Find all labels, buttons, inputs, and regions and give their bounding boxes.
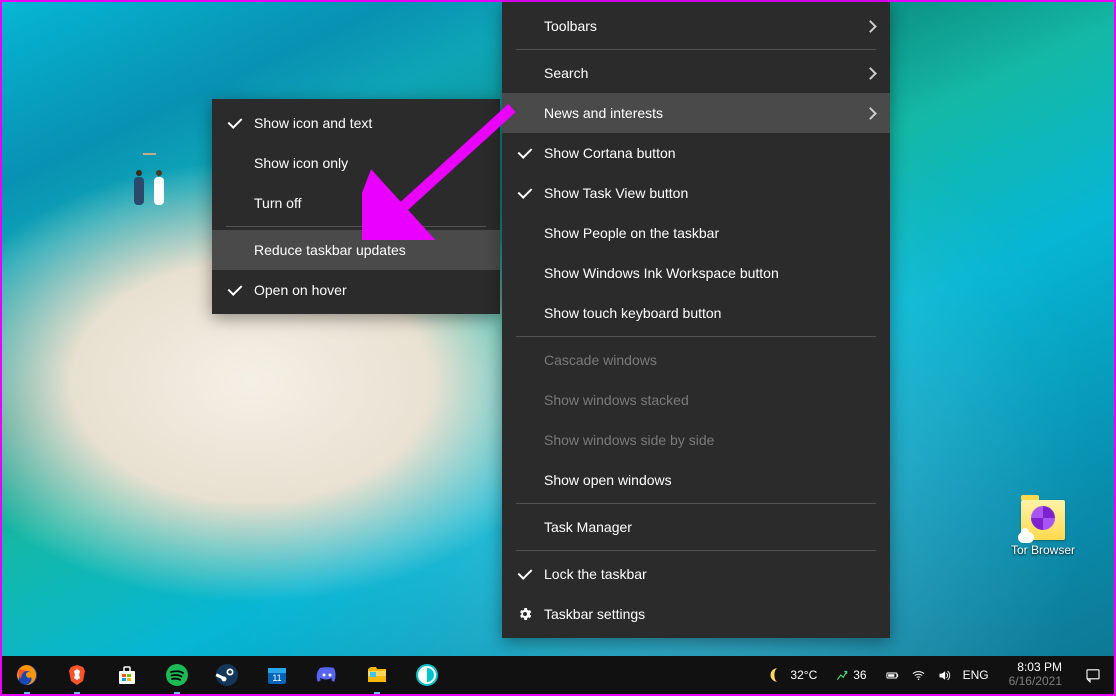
menu-item-search[interactable]: Search bbox=[502, 53, 890, 93]
firefox-icon bbox=[14, 662, 40, 688]
taskbar-app-store[interactable] bbox=[102, 656, 152, 694]
menu-separator bbox=[516, 503, 876, 504]
steam-icon bbox=[214, 662, 240, 688]
moon-icon bbox=[766, 666, 784, 684]
taskbar: 11 32°C 36 bbox=[2, 656, 1114, 694]
taskbar-app-spotify[interactable] bbox=[152, 656, 202, 694]
svg-text:11: 11 bbox=[272, 673, 281, 683]
submenu-item-show-icon-text[interactable]: Show icon and text bbox=[212, 103, 500, 143]
menu-item-task-manager[interactable]: Task Manager bbox=[502, 507, 890, 547]
wallpaper-people bbox=[132, 145, 176, 205]
clock-time: 8:03 PM bbox=[1009, 661, 1062, 675]
taskbar-stock[interactable]: 36 bbox=[827, 668, 874, 682]
submenu-news-interests: Show icon and text Show icon only Turn o… bbox=[212, 99, 500, 314]
check-icon bbox=[521, 148, 529, 158]
menu-item-stacked: Show windows stacked bbox=[502, 380, 890, 420]
menu-item-news-interests[interactable]: News and interests bbox=[502, 93, 890, 133]
menu-item-people[interactable]: Show People on the taskbar bbox=[502, 213, 890, 253]
taskbar-weather[interactable]: 32°C bbox=[756, 666, 827, 684]
submenu-item-reduce-updates[interactable]: Reduce taskbar updates bbox=[212, 230, 500, 270]
check-icon bbox=[231, 118, 239, 128]
chevron-right-icon bbox=[866, 69, 875, 78]
taskbar-app-explorer[interactable] bbox=[352, 656, 402, 694]
volume-icon[interactable] bbox=[937, 668, 952, 683]
check-icon bbox=[521, 188, 529, 198]
stock-value: 36 bbox=[853, 668, 866, 682]
taskbar-app-brave[interactable] bbox=[52, 656, 102, 694]
brave-icon bbox=[64, 662, 90, 688]
menu-item-lock-taskbar[interactable]: Lock the taskbar bbox=[502, 554, 890, 594]
menu-item-side-by-side: Show windows side by side bbox=[502, 420, 890, 460]
file-explorer-icon bbox=[364, 662, 390, 688]
taskbar-app-iobit[interactable] bbox=[402, 656, 452, 694]
calendar-icon: 11 bbox=[264, 662, 290, 688]
chevron-right-icon bbox=[866, 22, 875, 31]
taskbar-notifications[interactable] bbox=[1072, 666, 1114, 684]
desktop-icon-label: Tor Browser bbox=[1005, 543, 1081, 557]
menu-item-cascade: Cascade windows bbox=[502, 340, 890, 380]
discord-icon bbox=[314, 662, 340, 688]
desktop-icon-tor[interactable]: Tor Browser bbox=[1005, 500, 1081, 557]
notification-icon bbox=[1084, 666, 1102, 684]
chevron-right-icon bbox=[866, 109, 875, 118]
taskbar-app-firefox[interactable] bbox=[2, 656, 52, 694]
menu-item-toolbars[interactable]: Toolbars bbox=[502, 6, 890, 46]
menu-item-taskbar-settings[interactable]: Taskbar settings bbox=[502, 594, 890, 634]
submenu-item-turn-off[interactable]: Turn off bbox=[212, 183, 500, 223]
taskbar-app-discord[interactable] bbox=[302, 656, 352, 694]
taskbar-app-steam[interactable] bbox=[202, 656, 252, 694]
clock-date: 6/16/2021 bbox=[1009, 675, 1062, 689]
check-icon bbox=[231, 285, 239, 295]
menu-separator bbox=[516, 336, 876, 337]
weather-temp: 32°C bbox=[790, 668, 817, 682]
menu-item-touch-keyboard[interactable]: Show touch keyboard button bbox=[502, 293, 890, 333]
store-icon bbox=[114, 662, 140, 688]
language-indicator[interactable]: ENG bbox=[963, 668, 989, 682]
battery-icon[interactable] bbox=[885, 668, 900, 683]
taskbar-context-menu: Toolbars Search News and interests Show … bbox=[502, 2, 890, 638]
taskbar-clock[interactable]: 8:03 PM 6/16/2021 bbox=[999, 661, 1072, 689]
spotify-icon bbox=[164, 662, 190, 688]
submenu-item-open-on-hover[interactable]: Open on hover bbox=[212, 270, 500, 310]
menu-separator bbox=[226, 226, 486, 227]
stock-up-icon bbox=[835, 668, 849, 682]
taskbar-app-calendar[interactable]: 11 bbox=[252, 656, 302, 694]
onedrive-overlay-icon bbox=[1018, 532, 1034, 543]
submenu-item-show-icon-only[interactable]: Show icon only bbox=[212, 143, 500, 183]
menu-item-ink[interactable]: Show Windows Ink Workspace button bbox=[502, 253, 890, 293]
menu-separator bbox=[516, 550, 876, 551]
menu-item-taskview[interactable]: Show Task View button bbox=[502, 173, 890, 213]
menu-item-open-windows[interactable]: Show open windows bbox=[502, 460, 890, 500]
wifi-icon[interactable] bbox=[911, 668, 926, 683]
menu-item-cortana[interactable]: Show Cortana button bbox=[502, 133, 890, 173]
iobit-icon bbox=[414, 662, 440, 688]
check-icon bbox=[521, 569, 529, 579]
gear-icon bbox=[516, 606, 534, 622]
menu-separator bbox=[516, 49, 876, 50]
